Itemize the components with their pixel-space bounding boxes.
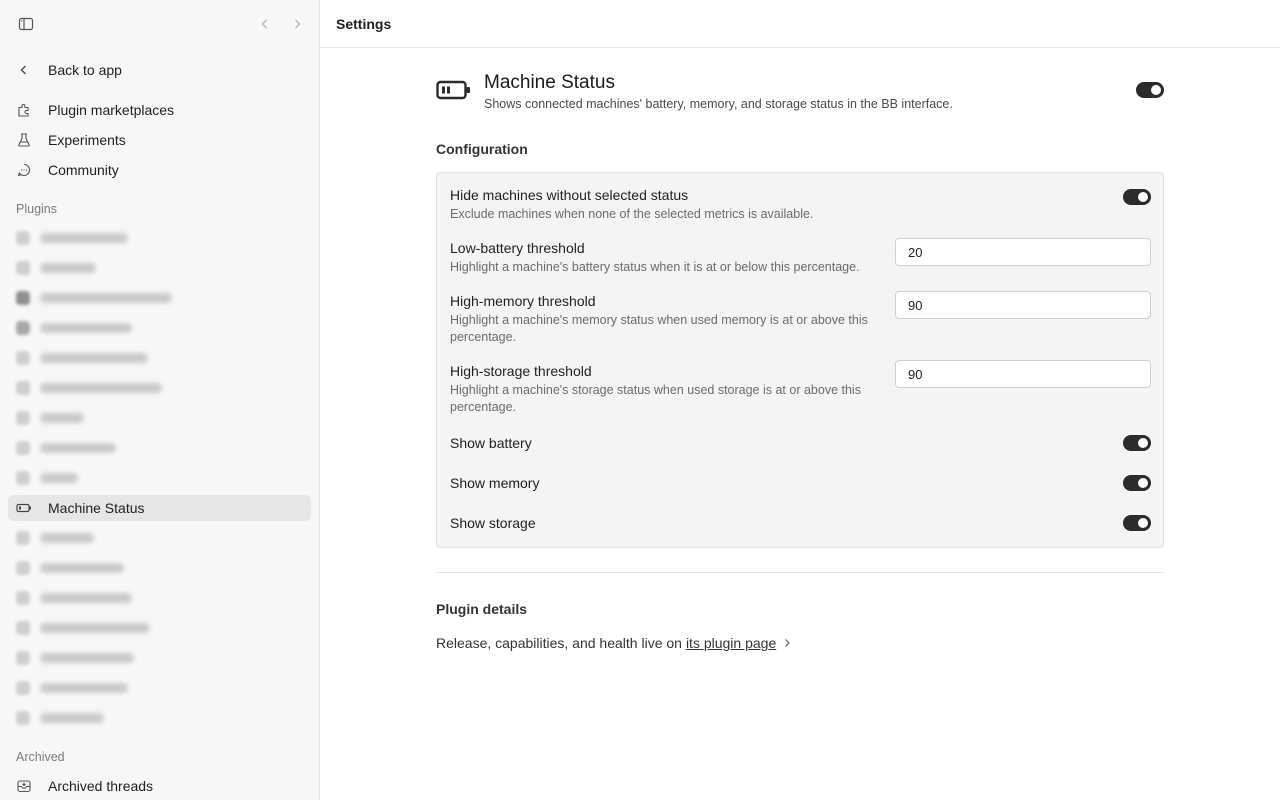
sidebar-item-label: Experiments	[48, 132, 126, 148]
show-storage-label: Show storage	[450, 515, 536, 531]
hide-machines-toggle[interactable]	[1123, 189, 1151, 205]
blurred-plugin-item[interactable]	[16, 381, 162, 395]
high-memory-label: High-memory threshold	[450, 293, 596, 309]
blurred-plugin-item[interactable]	[16, 651, 134, 665]
plugin-enabled-toggle[interactable]	[1136, 82, 1164, 98]
archived-heading: Archived	[16, 750, 65, 764]
high-storage-help: Highlight a machine's storage status whe…	[450, 383, 861, 414]
puzzle-icon	[16, 102, 32, 118]
sidebar: Back to app Plugin marketplaces Experime…	[0, 0, 320, 800]
page-title: Settings	[336, 15, 392, 32]
nav-forward-icon[interactable]	[287, 14, 307, 34]
configuration-heading: Configuration	[436, 141, 528, 157]
blurred-plugin-item[interactable]	[16, 351, 148, 365]
plugin-name: Machine Status	[484, 72, 615, 93]
high-storage-label: High-storage threshold	[450, 363, 592, 379]
sidebar-item-label: Archived threads	[48, 778, 154, 794]
plugin-description: Shows connected machines' battery, memor…	[484, 97, 953, 111]
plugins-heading: Plugins	[16, 202, 57, 216]
chevron-left-icon	[16, 62, 32, 78]
hide-machines-label: Hide machines without selected status	[450, 187, 689, 203]
sidebar-item-label: Community	[48, 162, 119, 178]
low-battery-help: Highlight a machine's battery status whe…	[450, 260, 860, 274]
blurred-plugin-item[interactable]	[16, 441, 116, 455]
sidebar-item-machine-status[interactable]: Machine Status	[8, 495, 311, 521]
blurred-plugin-item[interactable]	[16, 261, 96, 275]
hide-machines-help: Exclude machines when none of the select…	[450, 207, 814, 221]
blurred-plugin-item[interactable]	[16, 621, 150, 635]
blurred-plugin-item[interactable]	[16, 471, 78, 485]
low-battery-input[interactable]	[895, 238, 1151, 266]
battery-icon	[16, 500, 32, 516]
plugin-details-text: Release, capabilities, and health live o…	[436, 635, 792, 651]
plugin-page-link[interactable]: its plugin page	[686, 635, 776, 651]
blurred-plugin-item[interactable]	[16, 531, 94, 545]
high-memory-input[interactable]	[895, 291, 1151, 319]
high-memory-help: Highlight a machine's memory status when…	[450, 313, 868, 344]
flask-icon	[16, 132, 32, 148]
sidebar-item-experiments[interactable]: Experiments	[8, 127, 311, 153]
blurred-plugin-item[interactable]	[16, 321, 132, 335]
low-battery-label: Low-battery threshold	[450, 240, 585, 256]
blurred-plugin-item[interactable]	[16, 231, 128, 245]
blurred-plugin-item[interactable]	[16, 411, 84, 425]
sidebar-item-plugin-marketplaces[interactable]: Plugin marketplaces	[8, 97, 311, 123]
show-battery-toggle[interactable]	[1123, 435, 1151, 451]
chat-bubble-icon	[16, 162, 32, 178]
plugin-details-heading: Plugin details	[436, 601, 528, 617]
high-storage-input[interactable]	[895, 360, 1151, 388]
show-memory-toggle[interactable]	[1123, 475, 1151, 491]
blurred-plugin-item[interactable]	[16, 291, 172, 305]
blurred-plugin-item[interactable]	[16, 561, 124, 575]
blurred-plugin-item[interactable]	[16, 591, 132, 605]
sidebar-item-archived-threads[interactable]: Archived threads	[8, 773, 311, 799]
chevron-right-icon	[782, 638, 792, 648]
show-storage-toggle[interactable]	[1123, 515, 1151, 531]
sidebar-item-community[interactable]: Community	[8, 157, 311, 183]
plugin-details-description: Release, capabilities, and health live o…	[436, 635, 682, 651]
page-header: Settings	[320, 0, 1280, 48]
show-memory-label: Show memory	[450, 475, 540, 491]
nav-back-icon[interactable]	[255, 14, 275, 34]
show-battery-label: Show battery	[450, 435, 532, 451]
section-divider	[436, 572, 1164, 573]
configuration-card: Hide machines without selected status Ex…	[436, 172, 1164, 548]
sidebar-item-label: Machine Status	[48, 500, 145, 516]
toggle-sidebar-icon[interactable]	[16, 14, 36, 34]
plugin-header: Machine Status Shows connected machines'…	[436, 72, 1164, 116]
back-to-app-label: Back to app	[48, 62, 122, 78]
battery-icon	[436, 80, 472, 100]
sidebar-toolbar	[0, 0, 320, 48]
blurred-plugin-item[interactable]	[16, 711, 104, 725]
back-to-app-link[interactable]: Back to app	[8, 57, 311, 83]
archive-icon	[16, 778, 32, 794]
blurred-plugin-item[interactable]	[16, 681, 128, 695]
sidebar-item-label: Plugin marketplaces	[48, 102, 175, 118]
